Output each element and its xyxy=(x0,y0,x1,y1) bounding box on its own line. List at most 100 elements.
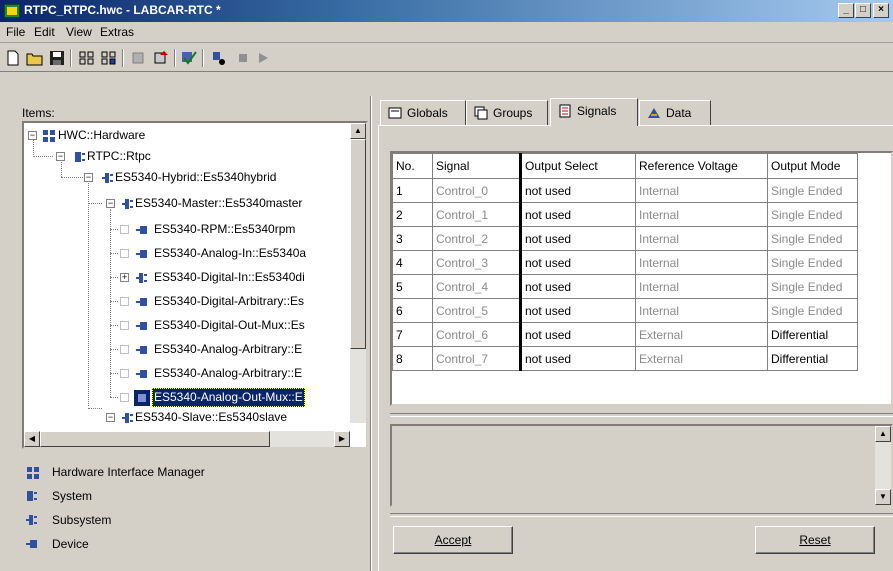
column-header-signal[interactable]: Signal xyxy=(432,153,521,179)
expand-icon[interactable]: + xyxy=(120,273,129,282)
tab-groups[interactable]: Groups xyxy=(466,100,548,126)
cell-output-mode[interactable]: Single Ended xyxy=(767,226,858,251)
cell-no[interactable]: 2 xyxy=(392,202,433,227)
table-row[interactable]: 1 Control_0 not used Internal Single Ended xyxy=(392,178,858,203)
minimize-button[interactable]: _ xyxy=(838,3,854,18)
column-header-output-select[interactable]: Output Select xyxy=(519,153,636,179)
scroll-right-icon[interactable]: ▶ xyxy=(334,431,350,447)
splitter[interactable] xyxy=(370,96,372,571)
table-row[interactable]: 2 Control_1 not used Internal Single Ended xyxy=(392,202,858,227)
cell-output-select[interactable]: not used xyxy=(519,178,636,203)
tab-globals[interactable]: Globals xyxy=(380,100,466,126)
signals-table: No. Signal Output Select Reference Volta… xyxy=(392,153,858,371)
cell-output-mode[interactable]: Single Ended xyxy=(767,298,858,323)
menu-file[interactable]: File xyxy=(6,25,25,39)
cell-output-mode[interactable]: Single Ended xyxy=(767,274,858,299)
collapse-icon[interactable]: − xyxy=(106,413,115,422)
cell-signal[interactable]: Control_5 xyxy=(432,298,521,323)
cell-reference-voltage[interactable]: Internal xyxy=(635,226,768,251)
tab-signals[interactable]: Signals xyxy=(550,98,638,126)
table-row[interactable]: 6 Control_5 not used Internal Single Ended xyxy=(392,298,858,323)
new-file-icon[interactable] xyxy=(4,50,22,66)
cell-output-mode[interactable]: Differential xyxy=(767,346,858,371)
scroll-left-icon[interactable]: ◀ xyxy=(24,431,40,447)
column-header-output-mode[interactable]: Output Mode xyxy=(767,153,858,179)
scroll-up-icon[interactable]: ▲ xyxy=(350,123,366,139)
maximize-button[interactable]: □ xyxy=(855,3,871,18)
cell-output-select[interactable]: not used xyxy=(519,298,636,323)
cell-reference-voltage[interactable]: Internal xyxy=(635,298,768,323)
stop-icon[interactable] xyxy=(234,50,252,66)
save-icon[interactable] xyxy=(48,50,66,66)
cell-no[interactable]: 8 xyxy=(392,346,433,371)
cell-output-select[interactable]: not used xyxy=(519,274,636,299)
column-header-no[interactable]: No. xyxy=(392,153,433,179)
cell-output-select[interactable]: not used xyxy=(519,202,636,227)
table-row[interactable]: 8 Control_7 not used External Differential xyxy=(392,346,858,371)
check-icon[interactable] xyxy=(180,50,198,66)
cell-reference-voltage[interactable]: Internal xyxy=(635,274,768,299)
add-system-icon[interactable] xyxy=(78,50,96,66)
cell-no[interactable]: 3 xyxy=(392,226,433,251)
cell-reference-voltage[interactable]: External xyxy=(635,322,768,347)
open-folder-icon[interactable] xyxy=(26,50,44,66)
reset-button[interactable]: Reset xyxy=(755,526,875,554)
message-vertical-scrollbar[interactable]: ▲ ▼ xyxy=(875,426,891,505)
cell-reference-voltage[interactable]: Internal xyxy=(635,202,768,227)
cell-output-select[interactable]: not used xyxy=(519,322,636,347)
table-row[interactable]: 5 Control_4 not used Internal Single Ended xyxy=(392,274,858,299)
column-header-reference-voltage[interactable]: Reference Voltage xyxy=(635,153,768,179)
cell-output-mode[interactable]: Differential xyxy=(767,322,858,347)
scroll-thumb[interactable] xyxy=(40,431,270,447)
move-down-icon[interactable] xyxy=(152,50,170,66)
add-subsystem-icon[interactable] xyxy=(100,50,118,66)
tab-data[interactable]: Data xyxy=(639,100,711,126)
cell-output-select[interactable]: not used xyxy=(519,226,636,251)
cell-no[interactable]: 5 xyxy=(392,274,433,299)
signals-grid[interactable]: No. Signal Output Select Reference Volta… xyxy=(390,151,893,406)
cell-no[interactable]: 7 xyxy=(392,322,433,347)
cell-no[interactable]: 1 xyxy=(392,178,433,203)
cell-signal[interactable]: Control_7 xyxy=(432,346,521,371)
scroll-down-icon[interactable]: ▼ xyxy=(875,489,891,505)
leaf-box-icon xyxy=(120,297,129,306)
tree-horizontal-scrollbar[interactable]: ◀ ▶ xyxy=(24,431,350,447)
cell-signal[interactable]: Control_4 xyxy=(432,274,521,299)
menu-extras[interactable]: Extras xyxy=(100,25,134,39)
cell-no[interactable]: 4 xyxy=(392,250,433,275)
menu-edit[interactable]: Edit xyxy=(34,25,55,39)
cell-signal[interactable]: Control_3 xyxy=(432,250,521,275)
cell-reference-voltage[interactable]: External xyxy=(635,346,768,371)
cell-output-mode[interactable]: Single Ended xyxy=(767,202,858,227)
scroll-up-icon[interactable]: ▲ xyxy=(875,426,891,442)
cell-output-mode[interactable]: Single Ended xyxy=(767,178,858,203)
accept-button[interactable]: Accept xyxy=(393,526,513,554)
play-icon[interactable] xyxy=(254,50,272,66)
device-icon xyxy=(136,298,147,306)
collapse-icon[interactable]: − xyxy=(106,199,115,208)
cell-signal[interactable]: Control_6 xyxy=(432,322,521,347)
cell-output-mode[interactable]: Single Ended xyxy=(767,250,858,275)
collapse-icon[interactable]: − xyxy=(84,173,93,182)
close-button[interactable]: × xyxy=(873,3,889,18)
tree-node-label: ES5340-Digital-In::Es5340di xyxy=(154,270,305,284)
cell-signal[interactable]: Control_2 xyxy=(432,226,521,251)
cell-no[interactable]: 6 xyxy=(392,298,433,323)
build-icon[interactable] xyxy=(210,50,228,66)
cell-reference-voltage[interactable]: Internal xyxy=(635,178,768,203)
menu-view[interactable]: View xyxy=(66,25,92,39)
hardware-tree[interactable]: − HWC::Hardware − RTPC::Rtpc − ES5340-Hy… xyxy=(22,121,368,449)
table-row[interactable]: 4 Control_3 not used Internal Single Ended xyxy=(392,250,858,275)
cell-signal[interactable]: Control_0 xyxy=(432,178,521,203)
table-row[interactable]: 7 Control_6 not used External Differential xyxy=(392,322,858,347)
cell-output-select[interactable]: not used xyxy=(519,250,636,275)
collapse-icon[interactable]: − xyxy=(56,152,65,161)
collapse-icon[interactable]: − xyxy=(28,131,37,140)
tree-vertical-scrollbar[interactable]: ▲ xyxy=(350,123,366,423)
cell-signal[interactable]: Control_1 xyxy=(432,202,521,227)
scroll-thumb[interactable] xyxy=(350,139,366,349)
table-row[interactable]: 3 Control_2 not used Internal Single Ended xyxy=(392,226,858,251)
cell-reference-voltage[interactable]: Internal xyxy=(635,250,768,275)
cell-output-select[interactable]: not used xyxy=(519,346,636,371)
move-up-icon[interactable] xyxy=(130,50,148,66)
